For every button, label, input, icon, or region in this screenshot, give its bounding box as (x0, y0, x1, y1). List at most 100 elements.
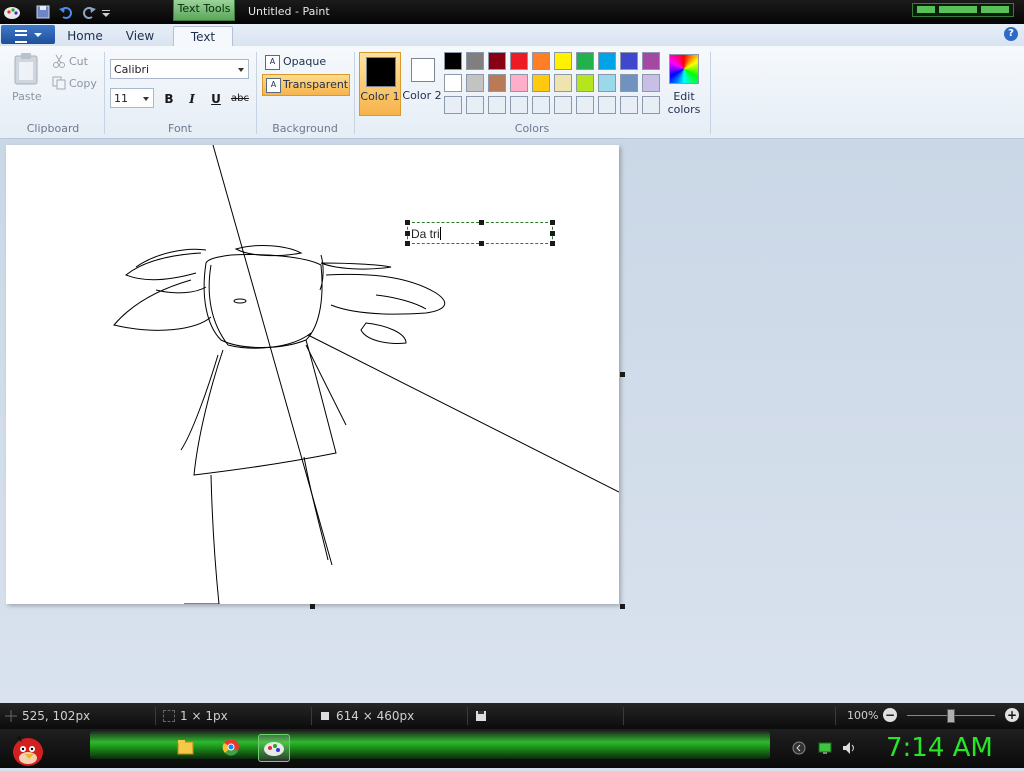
palette-swatch[interactable] (510, 74, 528, 92)
zoom-in-button[interactable]: + (1005, 708, 1019, 722)
palette-swatch[interactable] (488, 74, 506, 92)
group-divider (354, 52, 355, 134)
paint-taskbar-button[interactable] (258, 734, 290, 762)
save-icon[interactable] (34, 3, 52, 21)
ribbon: Paste Cut Copy Clipboard Calibri 11 B I … (0, 46, 1024, 139)
bold-button[interactable]: B (157, 88, 181, 110)
cut-button[interactable]: Cut (69, 55, 88, 68)
zoom-level: 100% (847, 709, 879, 722)
resize-handle[interactable] (405, 220, 410, 225)
palette-swatch[interactable] (444, 74, 462, 92)
minimize-button[interactable] (917, 6, 935, 13)
transparent-label: Transparent (283, 78, 349, 91)
window-controls[interactable] (912, 3, 1014, 17)
palette-swatch[interactable] (488, 52, 506, 70)
palette-swatch[interactable] (620, 96, 638, 114)
tab-text[interactable]: Text (173, 26, 233, 48)
undo-icon[interactable] (57, 3, 75, 21)
palette-swatch[interactable] (444, 96, 462, 114)
customize-toolbar-icon[interactable] (100, 3, 118, 21)
palette-swatch[interactable] (510, 96, 528, 114)
start-button-icon[interactable] (6, 730, 46, 768)
palette-swatch[interactable] (642, 52, 660, 70)
palette-swatch[interactable] (532, 74, 550, 92)
colors-group-label: Colors (514, 122, 550, 135)
ribbon-tabs: Home View Text ? (0, 24, 1024, 48)
volume-icon[interactable] (842, 741, 856, 755)
paste-button[interactable] (10, 52, 42, 88)
redo-icon[interactable] (80, 3, 98, 21)
resize-handle[interactable] (405, 231, 410, 236)
resize-handle[interactable] (405, 241, 410, 246)
tab-home[interactable]: Home (62, 26, 108, 46)
edit-colors-button[interactable]: Edit colors (664, 90, 704, 116)
palette-swatch[interactable] (576, 52, 594, 70)
resize-handle[interactable] (479, 241, 484, 246)
canvas-resize-handle-bottom[interactable] (310, 604, 315, 609)
zoom-slider-thumb[interactable] (947, 709, 955, 723)
palette-swatch[interactable] (576, 96, 594, 114)
menu-icon (15, 30, 27, 43)
edit-colors-icon[interactable] (669, 54, 699, 84)
palette-swatch[interactable] (642, 96, 660, 114)
strikethrough-button[interactable]: abc (228, 88, 252, 110)
chevron-down-icon (34, 33, 42, 37)
palette-swatch[interactable] (620, 74, 638, 92)
palette-swatch[interactable] (466, 74, 484, 92)
show-hidden-icons-icon[interactable] (792, 741, 806, 755)
group-divider (104, 52, 105, 134)
palette-swatch[interactable] (576, 74, 594, 92)
app-menu-button[interactable] (1, 25, 55, 44)
palette-swatch[interactable] (598, 52, 616, 70)
close-button[interactable] (981, 6, 1009, 13)
paint-app-icon[interactable] (3, 3, 21, 21)
palette-swatch[interactable] (620, 52, 638, 70)
italic-button[interactable]: I (180, 88, 204, 110)
explorer-taskbar-button[interactable] (170, 734, 200, 760)
help-icon[interactable]: ? (1004, 27, 1018, 41)
font-family-value: Calibri (114, 63, 150, 76)
palette-swatch[interactable] (554, 96, 572, 114)
palette-swatch[interactable] (554, 74, 572, 92)
resize-handle[interactable] (550, 231, 555, 236)
chevron-down-icon (143, 97, 149, 101)
palette-swatch[interactable] (642, 74, 660, 92)
taskbar-clock[interactable]: 7:14 AM (886, 733, 993, 763)
zoom-out-button[interactable]: − (883, 708, 897, 722)
selection-size: 1 × 1px (180, 709, 228, 723)
font-size-dropdown[interactable]: 11 (110, 88, 154, 108)
status-divider (623, 707, 624, 725)
copy-button[interactable]: Copy (69, 77, 97, 90)
palette-swatch[interactable] (532, 52, 550, 70)
palette-swatch[interactable] (554, 52, 572, 70)
palette-swatch[interactable] (510, 52, 528, 70)
palette-swatch[interactable] (598, 96, 616, 114)
status-divider (467, 707, 468, 725)
network-icon[interactable] (818, 741, 832, 755)
transparent-option[interactable]: A Transparent (262, 74, 350, 96)
contextual-tab-label: Text Tools (173, 0, 235, 21)
maximize-button[interactable] (939, 6, 977, 13)
window-title: Untitled - Paint (248, 5, 330, 18)
tab-view[interactable]: View (116, 26, 164, 46)
palette-swatch[interactable] (598, 74, 616, 92)
chrome-taskbar-button[interactable] (216, 734, 246, 760)
palette-swatch[interactable] (532, 96, 550, 114)
resize-handle[interactable] (550, 241, 555, 246)
underline-button[interactable]: U (204, 88, 228, 110)
resize-handle[interactable] (479, 220, 484, 225)
font-family-dropdown[interactable]: Calibri (110, 59, 249, 79)
resize-handle[interactable] (550, 220, 555, 225)
canvas-resize-handle-right[interactable] (620, 372, 625, 377)
text-input-box[interactable]: Da tri (405, 220, 555, 246)
drawing-canvas[interactable]: Da tri (6, 145, 619, 604)
palette-swatch[interactable] (444, 52, 462, 70)
color1-button[interactable]: Color 1 (359, 52, 401, 116)
color2-button[interactable]: Color 2 (402, 52, 442, 114)
palette-swatch[interactable] (466, 96, 484, 114)
status-divider (835, 707, 836, 725)
palette-swatch[interactable] (488, 96, 506, 114)
palette-swatch[interactable] (466, 52, 484, 70)
canvas-resize-handle-corner[interactable] (620, 604, 625, 609)
opaque-option[interactable]: A Opaque (262, 52, 348, 72)
